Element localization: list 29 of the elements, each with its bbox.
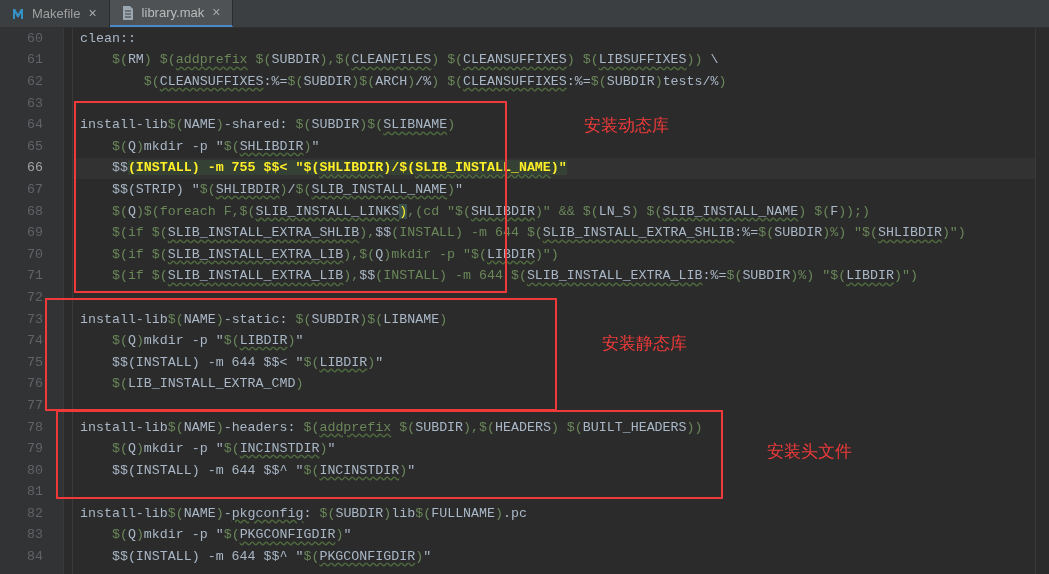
document-icon xyxy=(121,5,134,20)
code-line: $$(INSTALL) -m 644 $$< "$(LIBDIR)" xyxy=(110,353,384,372)
annotation-label: 安装静态库 xyxy=(602,333,687,355)
code-line: install-lib$(NAME)-pkgconfig: $(SUBDIR)lib$(FULLNAME).pc xyxy=(80,504,527,523)
code-line: install-lib$(NAME)-static: $(SUBDIR)$(LIBNAME) xyxy=(80,310,448,329)
close-icon[interactable]: × xyxy=(88,3,97,24)
line-number: 66 xyxy=(27,159,43,178)
code-line: $(RM) $(addprefix $(SUBDIR),$(CLEANFILES) $(CLEANSUFFIXES) $(LIBSUFFIXES)) \ xyxy=(110,51,719,70)
annotation-label: 安装动态库 xyxy=(584,115,669,137)
close-icon[interactable]: × xyxy=(212,2,221,23)
code-line: $$(STRIP) "$(SHLIBDIR)/$(SLIB_INSTALL_NAME)" xyxy=(110,181,464,199)
code-line: $$(INSTALL) -m 644 $$^ "$(INCINSTDIR)" xyxy=(110,461,416,480)
code-line: $$(INSTALL) -m 644 $$^ "$(PKGCONFIGDIR)" xyxy=(110,548,432,567)
code-line: $(CLEANSUFFIXES:%=$(SUBDIR)$(ARCH)/%) $(CLEANSUFFIXES:%=$(SUBDIR)tests/%) xyxy=(142,73,727,91)
tab-label: Makefile xyxy=(32,4,81,23)
annotation-label: 安装头文件 xyxy=(767,441,852,463)
tab-label: library.mak xyxy=(141,3,205,22)
file-tab[interactable]: Makefile × xyxy=(0,0,110,27)
makefile-icon xyxy=(12,7,24,20)
code-line: $(if $(SLIB_INSTALL_EXTRA_LIB),$$(INSTALL) -m 644 $(SLIB_INSTALL_EXTRA_LIB:%=$(SUBDIR)%) "$(LIBDIR)") xyxy=(110,267,918,286)
code-line: install-lib$(NAME)-headers: $(addprefix $(SUBDIR),$(HEADERS) $(BUILT_HEADERS)) xyxy=(80,418,703,437)
code-line: $(Q)mkdir -p "$(INCINSTDIR)" xyxy=(110,440,336,459)
code-line: $(LIB_INSTALL_EXTRA_CMD) xyxy=(110,375,304,394)
code-line: install-lib$(NAME)-shared: $(SUBDIR)$(SLIBNAME) xyxy=(80,116,456,135)
code-line: $(Q)mkdir -p "$(SHLIBDIR)" xyxy=(110,137,320,156)
code-line: $(Q)mkdir -p "$(LIBDIR)" xyxy=(110,332,304,351)
code-line: clean:: xyxy=(80,29,136,48)
code-line: $(Q)mkdir -p "$(PKGCONFIGDIR)" xyxy=(110,526,352,545)
file-tab[interactable]: library.mak × xyxy=(109,0,234,27)
